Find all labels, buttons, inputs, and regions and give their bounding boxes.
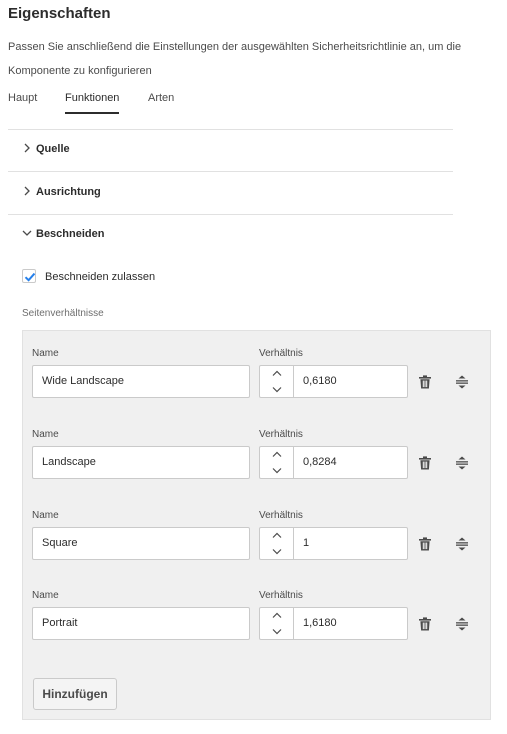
reorder-handle[interactable] [453, 535, 471, 553]
step-up-button[interactable] [260, 528, 293, 543]
trash-icon [419, 456, 431, 470]
delete-button[interactable] [416, 535, 434, 553]
name-input[interactable]: Square [32, 527, 250, 560]
delete-button[interactable] [416, 454, 434, 472]
page-title: Eigenschaften [8, 5, 111, 22]
accordion-ausrichtung[interactable]: Ausrichtung [8, 174, 453, 214]
delete-button[interactable] [416, 373, 434, 391]
name-label: Name [32, 348, 59, 359]
reorder-handle[interactable] [453, 454, 471, 472]
chevron-down-icon [272, 387, 282, 393]
aspect-ratios-label: Seitenverhältnisse [22, 308, 104, 319]
accordion-beschneiden[interactable]: Beschneiden [8, 216, 453, 256]
ratio-input[interactable]: 1 [293, 527, 408, 560]
chevron-up-icon [272, 451, 282, 457]
accordion-label: Beschneiden [36, 228, 105, 240]
chevron-up-icon [272, 370, 282, 376]
chevron-right-icon [24, 143, 30, 153]
name-input[interactable]: Wide Landscape [32, 365, 250, 398]
chevron-up-icon [272, 612, 282, 618]
name-label: Name [32, 429, 59, 440]
step-down-button[interactable] [260, 624, 293, 639]
drag-handle-icon [456, 375, 468, 389]
aspect-ratios-panel: Name Verhältnis Wide Landscape 0,6180 Na… [22, 330, 491, 720]
add-aspect-ratio-button[interactable]: Hinzufügen [33, 678, 117, 710]
accordion-label: Ausrichtung [36, 186, 101, 198]
reorder-handle[interactable] [453, 373, 471, 391]
ratio-stepper [259, 527, 294, 560]
divider [8, 214, 453, 215]
delete-button[interactable] [416, 615, 434, 633]
chevron-down-icon [22, 230, 32, 236]
chevron-right-icon [24, 186, 30, 196]
drag-handle-icon [456, 456, 468, 470]
ratio-input[interactable]: 0,8284 [293, 446, 408, 479]
ratio-stepper [259, 446, 294, 479]
aspect-ratio-row: Name Verhältnis Square 1 [32, 510, 482, 580]
accordion-label: Quelle [36, 143, 70, 155]
name-input[interactable]: Portrait [32, 607, 250, 640]
step-down-button[interactable] [260, 382, 293, 397]
name-input[interactable]: Landscape [32, 446, 250, 479]
chevron-down-icon [272, 629, 282, 635]
ratio-label: Verhältnis [259, 429, 303, 440]
ratio-stepper [259, 365, 294, 398]
page-description: Passen Sie anschließend die Einstellunge… [8, 41, 462, 77]
name-label: Name [32, 510, 59, 521]
ratio-label: Verhältnis [259, 510, 303, 521]
step-up-button[interactable] [260, 366, 293, 381]
aspect-ratio-row: Name Verhältnis Wide Landscape 0,6180 [32, 348, 482, 418]
tab-arten[interactable]: Arten [148, 92, 174, 104]
ratio-stepper [259, 607, 294, 640]
divider [8, 171, 453, 172]
divider [8, 129, 453, 130]
ratio-input[interactable]: 1,6180 [293, 607, 408, 640]
ratio-label: Verhältnis [259, 348, 303, 359]
chevron-down-icon [272, 468, 282, 474]
ratio-input[interactable]: 0,6180 [293, 365, 408, 398]
name-label: Name [32, 590, 59, 601]
reorder-handle[interactable] [453, 615, 471, 633]
checkmark-icon [24, 272, 36, 282]
tab-funktionen[interactable]: Funktionen [65, 92, 120, 114]
aspect-ratio-row: Name Verhältnis Portrait 1,6180 [32, 590, 482, 660]
trash-icon [419, 537, 431, 551]
step-up-button[interactable] [260, 608, 293, 623]
trash-icon [419, 617, 431, 631]
drag-handle-icon [456, 617, 468, 631]
chevron-down-icon [272, 549, 282, 555]
step-up-button[interactable] [260, 447, 293, 462]
allow-crop-checkbox[interactable] [22, 269, 36, 283]
allow-crop-label: Beschneiden zulassen [45, 271, 156, 283]
tab-haupt[interactable]: Haupt [8, 92, 37, 104]
step-down-button[interactable] [260, 463, 293, 478]
aspect-ratio-row: Name Verhältnis Landscape 0,8284 [32, 429, 482, 499]
trash-icon [419, 375, 431, 389]
chevron-up-icon [272, 532, 282, 538]
step-down-button[interactable] [260, 544, 293, 559]
accordion-quelle[interactable]: Quelle [8, 131, 453, 171]
drag-handle-icon [456, 537, 468, 551]
ratio-label: Verhältnis [259, 590, 303, 601]
